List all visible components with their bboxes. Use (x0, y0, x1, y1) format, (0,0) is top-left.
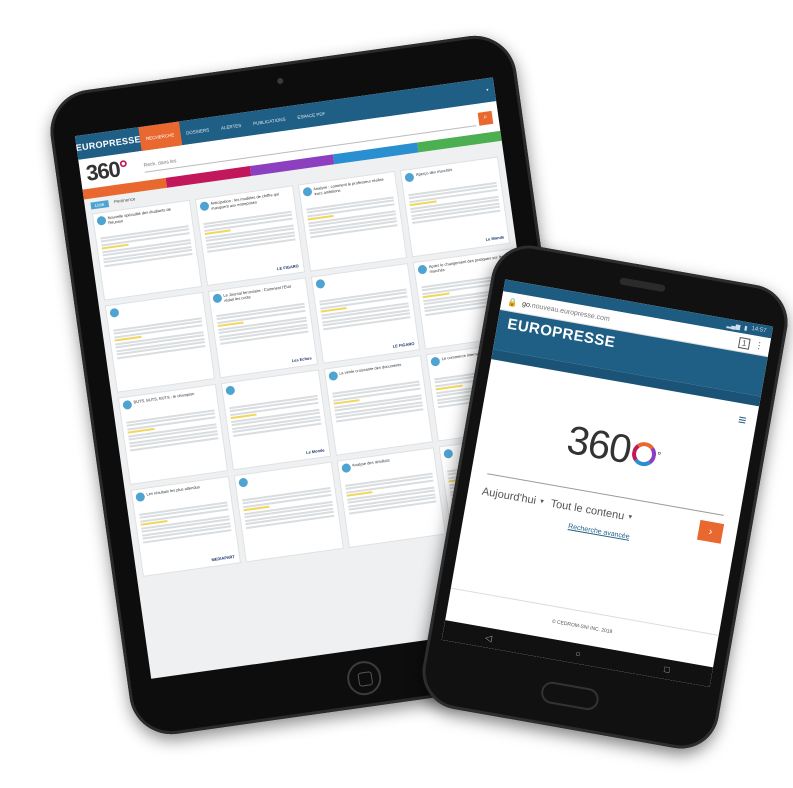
period-select-label: Aujourd'hui (481, 485, 537, 507)
result-snippet (113, 315, 206, 360)
tablet-nav-dossiers[interactable]: DOSSIERS (178, 117, 216, 146)
result-number-badge (237, 477, 249, 488)
360-ring-icon (630, 439, 658, 468)
result-source: Le Monde (485, 234, 505, 242)
result-card[interactable]: Aperçu des marchés Le Monde (400, 156, 511, 258)
content-select[interactable]: Tout le contenu ▼ (550, 498, 634, 524)
phone-speaker (619, 277, 666, 293)
result-number-badge (301, 186, 313, 197)
back-icon[interactable]: ◁ (484, 632, 493, 644)
result-card[interactable] (233, 461, 344, 563)
tablet-home-button[interactable] (344, 658, 384, 698)
result-card[interactable]: Anticipation : les modèles de chiffre qu… (194, 185, 305, 287)
tablet-user-menu[interactable]: ▾ (486, 86, 495, 93)
chevron-down-icon: ▼ (626, 514, 634, 522)
battery-icon: ▮ (743, 325, 748, 332)
result-snippet (100, 223, 193, 268)
result-card[interactable] (104, 291, 215, 393)
result-card[interactable]: Les résultats les plus attendus MEDIAPART (130, 476, 241, 577)
arrow-right-icon: › (707, 525, 714, 539)
result-card[interactable]: La vente croissante des documents (323, 355, 434, 456)
home-icon[interactable]: ○ (575, 648, 582, 659)
result-card[interactable]: Le Monde (220, 369, 331, 471)
result-card[interactable]: BUTS, BUTS, BUTS : le champion (117, 383, 228, 485)
result-snippet (241, 485, 334, 530)
result-number-badge (96, 215, 107, 226)
phone-home-button[interactable] (539, 680, 601, 712)
phone-360-logo: 360 ° (564, 418, 664, 479)
result-number-badge (417, 264, 428, 275)
content-select-label: Tout le contenu (549, 497, 626, 523)
result-snippet (331, 379, 424, 424)
result-snippet (202, 209, 296, 254)
tabs-icon[interactable]: 1 (738, 336, 751, 350)
period-select[interactable]: Aujourd'hui ▼ (481, 486, 546, 509)
lock-icon: 🔒 (506, 296, 519, 308)
result-source: Les Echos (291, 355, 312, 364)
result-card[interactable]: Analyse des résultats (336, 447, 447, 549)
overflow-menu-icon[interactable]: ⋮ (754, 339, 765, 351)
result-number-badge (430, 356, 441, 367)
result-source: MEDIAPART (211, 553, 236, 563)
result-card[interactable]: Nouvelle spécialité des étudiants de Réu… (91, 199, 202, 301)
recents-icon[interactable]: □ (663, 664, 670, 675)
result-source: LE FIGARO (276, 263, 300, 272)
result-snippet (228, 393, 321, 438)
result-snippet (139, 500, 232, 545)
result-snippet (305, 194, 398, 239)
result-card[interactable]: LE FIGARO (310, 262, 421, 364)
result-number-badge (443, 448, 454, 459)
result-card[interactable]: Le Journal ferroviaire : Comment l'Etat … (207, 277, 318, 379)
status-time: 14:57 (750, 325, 767, 335)
result-source: Le Monde (305, 447, 325, 455)
result-number-badge (135, 491, 146, 503)
phone-360-degree: ° (655, 450, 661, 462)
result-snippet (215, 301, 308, 346)
phone-screen: ▂▄▆ ▮ 14:57 🔒 go.nouveau.europresse.com … (441, 279, 774, 688)
chevron-down-icon: ▼ (538, 498, 546, 506)
tablet-search-button[interactable]: ⌕ (477, 110, 494, 126)
result-number-badge (122, 399, 133, 411)
result-number-badge (327, 370, 338, 382)
result-snippet (344, 471, 437, 516)
phone-360-text: 360 (563, 417, 635, 473)
search-icon: ⌕ (482, 113, 488, 122)
result-number-badge (314, 278, 325, 290)
result-snippet (318, 286, 411, 331)
tablet-sort-select[interactable]: Pertinence (114, 196, 136, 206)
result-snippet (126, 407, 219, 452)
tablet-view-badge[interactable]: Liste (90, 200, 109, 210)
result-number-badge (109, 307, 120, 318)
result-number-badge (340, 463, 351, 474)
tablet-nav-alertes[interactable]: ALERTES (213, 112, 248, 140)
result-source: LE FIGARO (392, 340, 415, 349)
result-number-badge (225, 385, 236, 396)
result-card[interactable]: Analyse : comment le professeur réalise … (297, 170, 408, 272)
signal-icon: ▂▄▆ (726, 322, 741, 331)
result-number-badge (404, 172, 415, 183)
result-number-badge (199, 201, 210, 212)
result-number-badge (212, 293, 223, 304)
tablet-camera (276, 77, 284, 85)
phone-search-button[interactable]: › (696, 519, 725, 544)
result-snippet (408, 180, 501, 225)
